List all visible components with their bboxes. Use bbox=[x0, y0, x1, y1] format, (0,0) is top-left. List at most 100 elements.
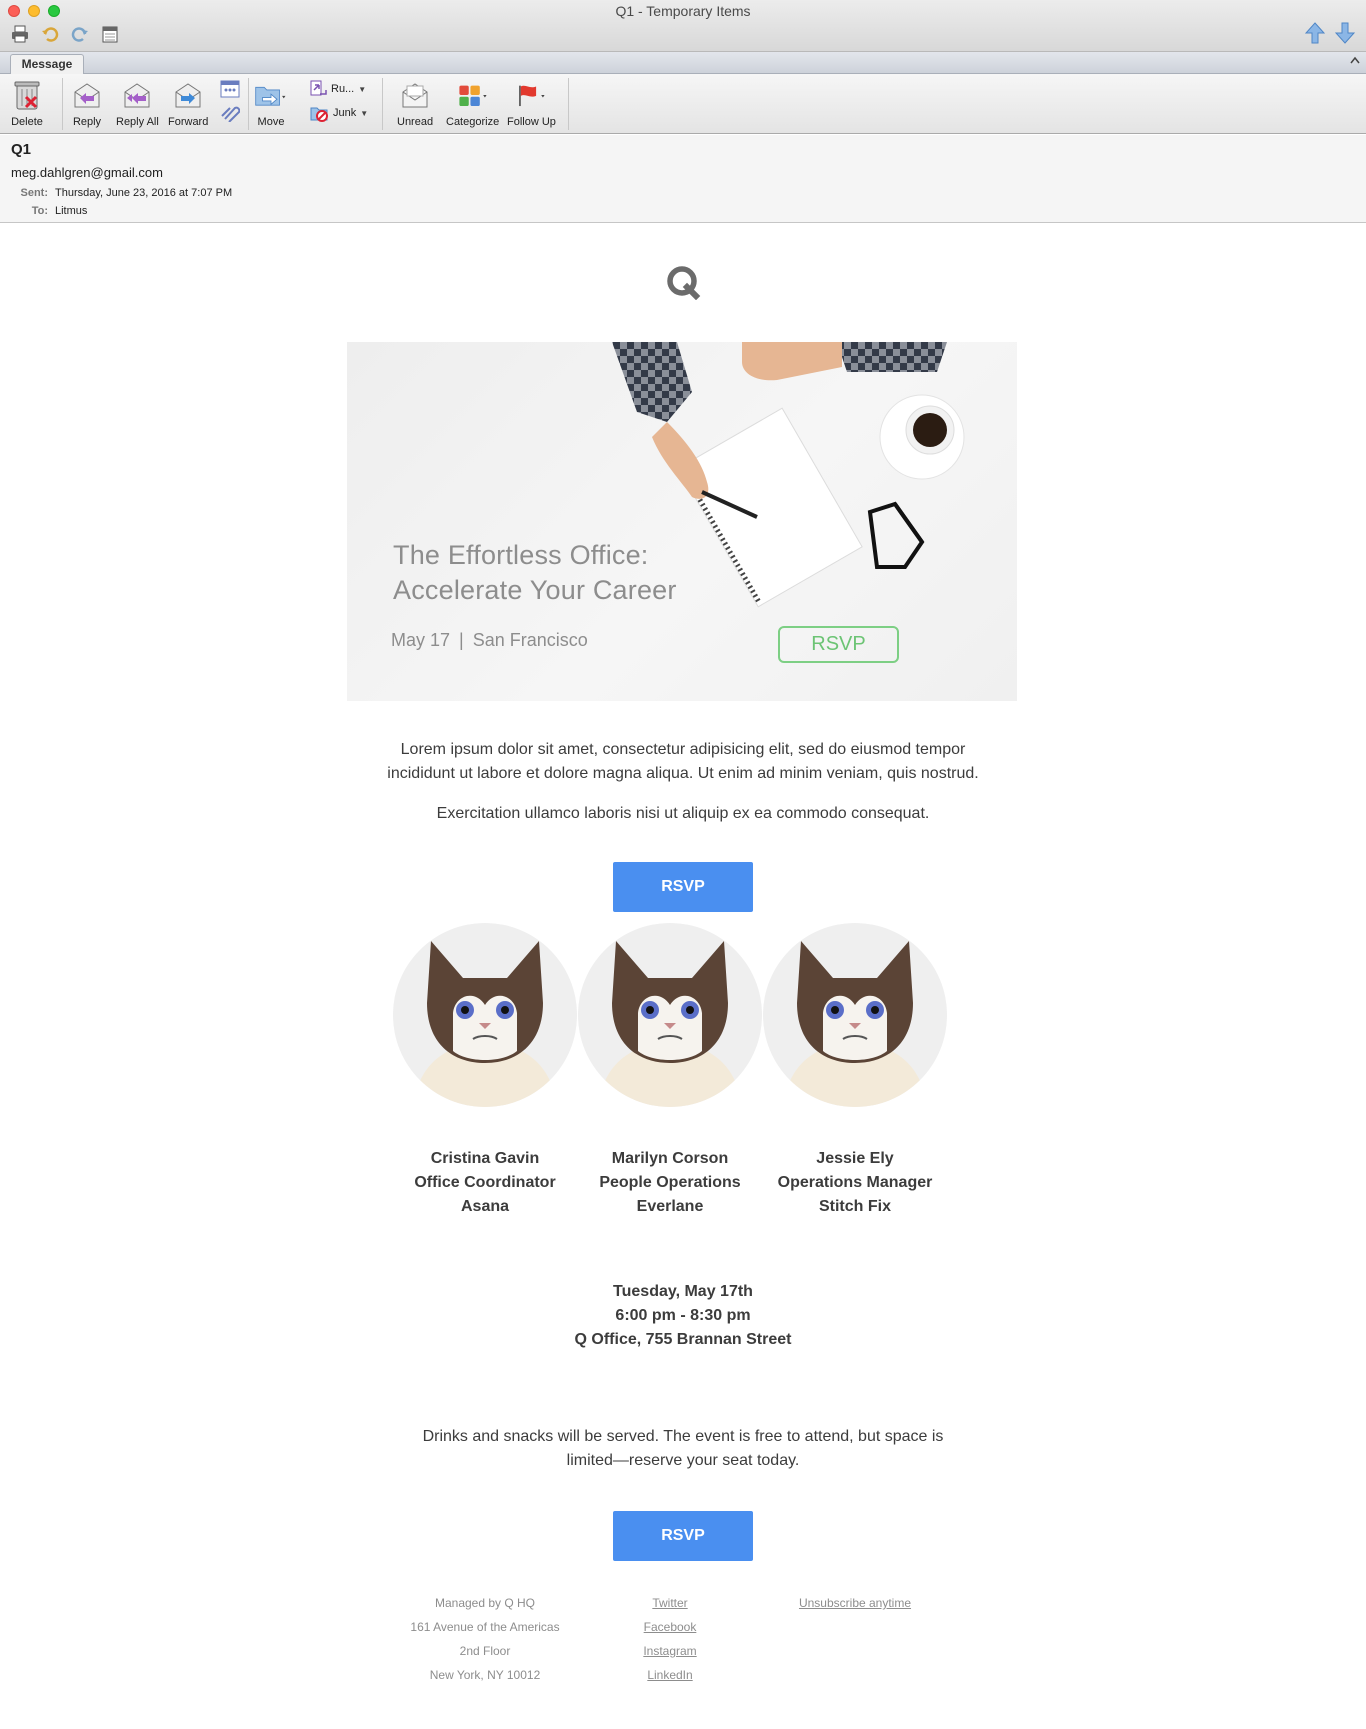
speaker-name: Cristina Gavin bbox=[430, 1150, 540, 1167]
junk-button[interactable]: Junk ▼ bbox=[310, 104, 368, 122]
rules-button[interactable]: Ru... ▼ bbox=[310, 80, 366, 98]
speaker-company: Everlane bbox=[636, 1198, 704, 1215]
ribbon-separator bbox=[62, 78, 63, 130]
message-navigation bbox=[1304, 22, 1356, 44]
rsvp-button-bottom[interactable]: RSVP bbox=[613, 1511, 753, 1561]
event-details: Tuesday, May 17th 6:00 pm - 8:30 pm Q Of… bbox=[0, 1280, 1366, 1352]
message-sender[interactable]: meg.dahlgren@gmail.com bbox=[11, 165, 163, 180]
forward-icon bbox=[171, 78, 205, 112]
ribbon-separator bbox=[248, 78, 249, 130]
speaker-avatar-cat-icon bbox=[763, 923, 947, 1107]
reply-label: Reply bbox=[72, 116, 102, 128]
intro-line-2: incididunt ut labore et dolore magna ali… bbox=[387, 765, 979, 782]
reply-all-icon bbox=[120, 78, 154, 112]
twitter-link[interactable]: Twitter bbox=[570, 1591, 770, 1615]
speaker-title: People Operations bbox=[599, 1174, 741, 1191]
flag-icon bbox=[514, 78, 548, 112]
move-folder-icon bbox=[254, 78, 288, 112]
junk-label: Junk bbox=[333, 107, 357, 119]
sent-row: Sent: Thursday, June 23, 2016 at 7:07 PM bbox=[0, 187, 233, 199]
speaker-avatar-cat-icon bbox=[393, 923, 577, 1107]
speaker-card: Marilyn Corson People Operations Everlan… bbox=[578, 923, 762, 1219]
footer-address-line: Managed by Q HQ bbox=[434, 1596, 536, 1610]
unread-envelope-icon bbox=[398, 78, 432, 112]
undo-icon[interactable] bbox=[40, 24, 60, 44]
speaker-card: Jessie Ely Operations Manager Stitch Fix bbox=[763, 923, 947, 1219]
hero-rsvp-button[interactable]: RSVP bbox=[778, 626, 899, 663]
footer-address: Managed by Q HQ 161 Avenue of the Americ… bbox=[385, 1591, 585, 1687]
footer-social-links: Twitter Facebook Instagram LinkedIn bbox=[570, 1591, 770, 1687]
speaker-card: Cristina Gavin Office Coordinator Asana bbox=[393, 923, 577, 1219]
next-message-icon[interactable] bbox=[1334, 22, 1356, 44]
speaker-company: Asana bbox=[460, 1198, 510, 1215]
move-button[interactable]: Move bbox=[254, 78, 288, 128]
window-titlebar: Q1 - Temporary Items bbox=[0, 0, 1366, 52]
collapse-ribbon-icon[interactable] bbox=[1350, 55, 1360, 67]
intro-line-3: Exercitation ullamco laboris nisi ut ali… bbox=[436, 805, 930, 822]
paperclip-icon bbox=[221, 106, 240, 122]
junk-icon bbox=[310, 107, 328, 122]
move-label: Move bbox=[257, 116, 285, 128]
chevron-down-icon: ▼ bbox=[358, 84, 367, 94]
rules-label: Ru... bbox=[331, 83, 355, 95]
sent-value: Thursday, June 23, 2016 at 7:07 PM bbox=[55, 187, 233, 199]
chevron-down-icon: ▼ bbox=[360, 108, 369, 118]
follow-up-label: Follow Up bbox=[507, 116, 556, 128]
speaker-details: Jessie Ely Operations Manager Stitch Fix bbox=[763, 1147, 947, 1219]
instagram-link[interactable]: Instagram bbox=[570, 1639, 770, 1663]
speaker-title: Office Coordinator bbox=[414, 1174, 556, 1191]
calendar-icon[interactable] bbox=[100, 24, 120, 44]
speaker-details: Cristina Gavin Office Coordinator Asana bbox=[393, 1147, 577, 1219]
footer-address-line: New York, NY 10012 bbox=[429, 1668, 541, 1682]
footer-unsubscribe: Unsubscribe anytime bbox=[755, 1591, 955, 1615]
to-row: To: Litmus bbox=[0, 205, 88, 217]
meeting-button[interactable] bbox=[220, 80, 240, 98]
forward-button[interactable]: Forward bbox=[168, 78, 208, 128]
closing-line-1: Drinks and snacks will be served. The ev… bbox=[422, 1428, 944, 1445]
attachment-button[interactable] bbox=[220, 104, 240, 122]
speaker-avatar-cat-icon bbox=[578, 923, 762, 1107]
speaker-company: Stitch Fix bbox=[818, 1198, 891, 1215]
speaker-details: Marilyn Corson People Operations Everlan… bbox=[578, 1147, 762, 1219]
ribbon-tab-bar: Message bbox=[0, 52, 1366, 75]
reply-button[interactable]: Reply bbox=[70, 78, 104, 128]
q-logo bbox=[667, 266, 701, 300]
unsubscribe-link[interactable]: Unsubscribe anytime bbox=[755, 1591, 955, 1615]
footer-address-line: 2nd Floor bbox=[459, 1644, 511, 1658]
previous-message-icon[interactable] bbox=[1304, 22, 1326, 44]
quick-access-toolbar bbox=[10, 24, 120, 44]
hero-date-location: May 17 | San Francisco bbox=[391, 630, 588, 651]
hero-title-line-1: The Effortless Office: bbox=[393, 540, 649, 570]
print-icon[interactable] bbox=[10, 24, 30, 44]
to-label: To: bbox=[31, 205, 48, 217]
rsvp-button[interactable]: RSVP bbox=[613, 862, 753, 912]
sent-label: Sent: bbox=[20, 187, 49, 199]
speaker-name: Jessie Ely bbox=[816, 1150, 894, 1167]
unread-button[interactable]: Unread bbox=[397, 78, 433, 128]
linkedin-link[interactable]: LinkedIn bbox=[570, 1663, 770, 1687]
delete-button[interactable]: Delete bbox=[10, 78, 44, 128]
delete-label: Delete bbox=[11, 116, 43, 128]
hero-city: San Francisco bbox=[472, 630, 588, 650]
closing-paragraph: Drinks and snacks will be served. The ev… bbox=[0, 1425, 1366, 1473]
hero-title-line-2: Accelerate Your Career bbox=[393, 575, 677, 605]
message-header: Q1 meg.dahlgren@gmail.com Sent: Thursday… bbox=[0, 135, 1366, 223]
speaker-title: Operations Manager bbox=[777, 1174, 933, 1191]
follow-up-button[interactable]: Follow Up bbox=[507, 78, 556, 128]
event-location: Q Office, 755 Brannan Street bbox=[574, 1331, 792, 1348]
ribbon-separator bbox=[382, 78, 383, 130]
tab-message[interactable]: Message bbox=[10, 54, 84, 75]
reply-icon bbox=[70, 78, 104, 112]
intro-line-1: Lorem ipsum dolor sit amet, consectetur … bbox=[400, 741, 966, 758]
facebook-link[interactable]: Facebook bbox=[570, 1615, 770, 1639]
event-time: 6:00 pm - 8:30 pm bbox=[615, 1307, 751, 1324]
reply-all-button[interactable]: Reply All bbox=[116, 78, 159, 128]
to-value[interactable]: Litmus bbox=[55, 205, 87, 217]
redo-icon[interactable] bbox=[70, 24, 90, 44]
categorize-button[interactable]: Categorize bbox=[446, 78, 499, 128]
reply-all-label: Reply All bbox=[116, 116, 159, 128]
rules-icon bbox=[310, 80, 327, 96]
meeting-icon bbox=[220, 80, 240, 98]
categorize-label: Categorize bbox=[446, 116, 500, 128]
trash-icon bbox=[10, 78, 44, 112]
